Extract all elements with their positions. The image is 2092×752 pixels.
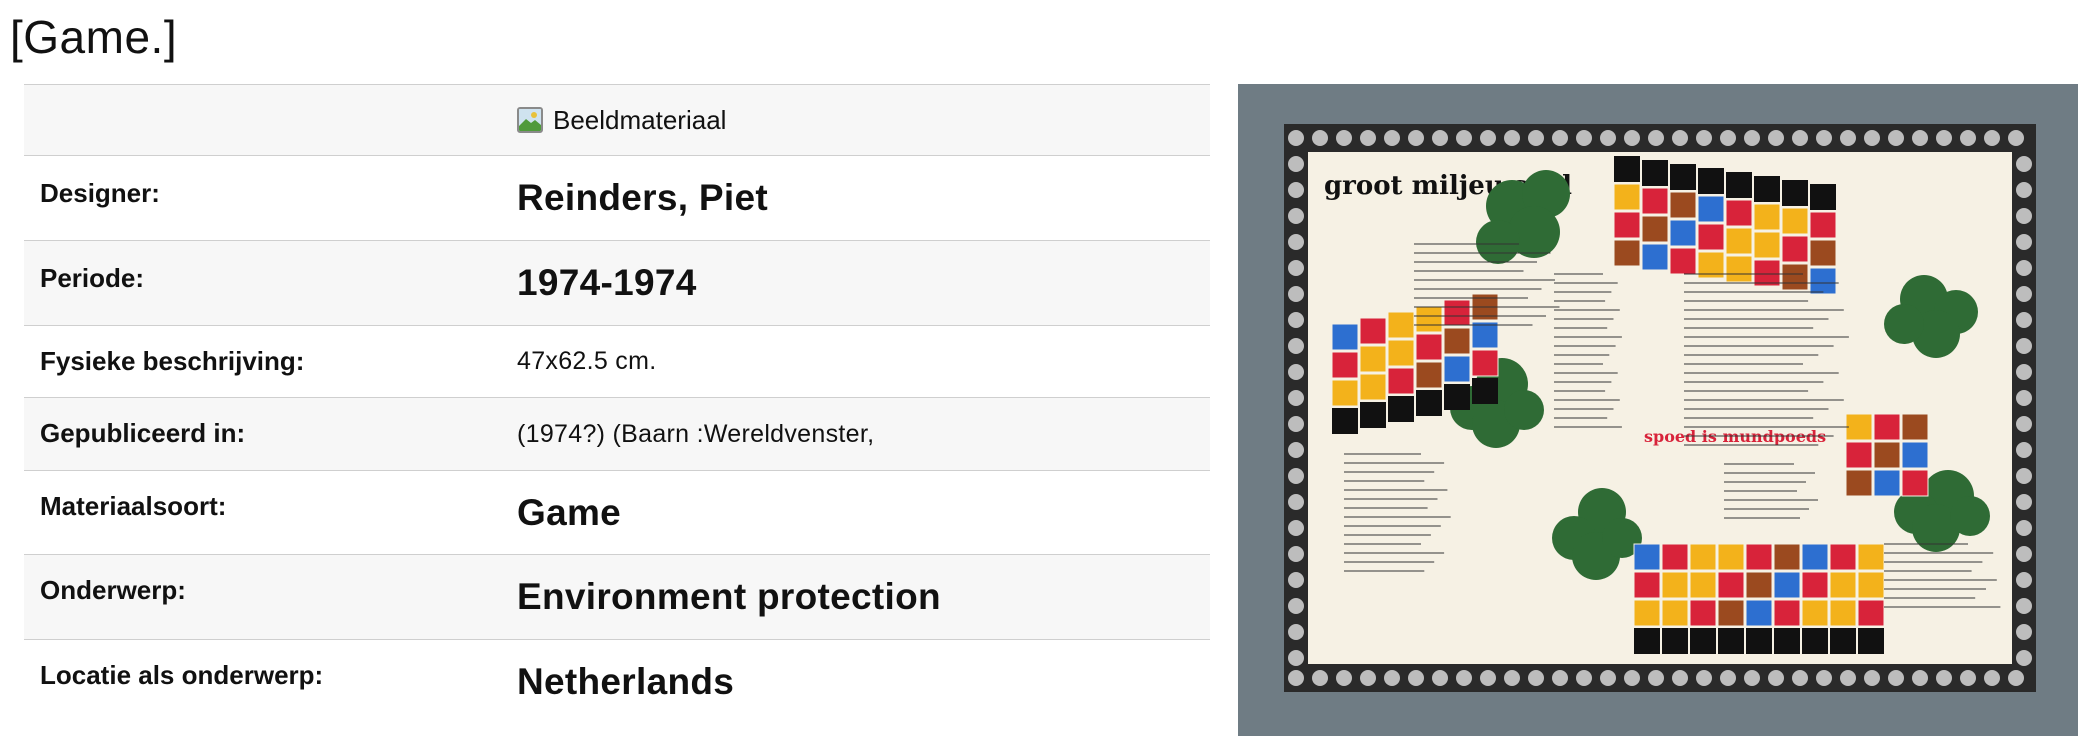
field-row-fysieke-beschrijving: Fysieke beschrijving: 47x62.5 cm.: [24, 326, 1210, 398]
field-value: 47x62.5 cm.: [517, 347, 657, 375]
page-title: [Game.]: [10, 11, 178, 63]
item-image-thumbnail[interactable]: groot miljeu spel spoed is mundpoeds: [1238, 84, 2078, 736]
field-label: Materiaalsoort:: [40, 491, 227, 521]
field-row-gepubliceerd-in: Gepubliceerd in: (1974?) (Baarn :Wereldv…: [24, 398, 1210, 471]
materiaalsoort-link[interactable]: Game: [517, 492, 1210, 534]
field-value: (1974?) (Baarn :Wereldvenster,: [517, 419, 875, 448]
onderwerp-link[interactable]: Environment protection: [517, 576, 1210, 618]
type-value: Beeldmateriaal: [517, 105, 1210, 136]
locatie-link[interactable]: Netherlands: [517, 661, 1210, 703]
field-row-locatie: Locatie als onderwerp: Netherlands: [24, 640, 1210, 724]
game-board-drawing: groot miljeu spel spoed is mundpoeds: [1284, 124, 2036, 692]
type-row: Beeldmateriaal: [24, 85, 1210, 156]
field-label: Locatie als onderwerp:: [40, 660, 324, 690]
image-icon: [517, 107, 543, 133]
game-board-image: groot miljeu spel spoed is mundpoeds: [1284, 124, 2036, 692]
field-label: Fysieke beschrijving:: [40, 346, 305, 376]
field-row-onderwerp: Onderwerp: Environment protection: [24, 555, 1210, 640]
type-text: Beeldmateriaal: [553, 104, 727, 135]
field-label: Gepubliceerd in:: [40, 418, 246, 448]
metadata-table: Beeldmateriaal Designer: Reinders, Piet …: [24, 84, 1210, 724]
field-row-designer: Designer: Reinders, Piet: [24, 156, 1210, 241]
field-label: Periode:: [40, 263, 145, 293]
field-label: Designer:: [40, 178, 160, 208]
field-row-materiaalsoort: Materiaalsoort: Game: [24, 471, 1210, 555]
periode-link[interactable]: 1974-1974: [517, 262, 1210, 304]
field-row-periode: Periode: 1974-1974: [24, 241, 1210, 326]
field-label: Onderwerp:: [40, 575, 186, 605]
designer-link[interactable]: Reinders, Piet: [517, 177, 1210, 219]
